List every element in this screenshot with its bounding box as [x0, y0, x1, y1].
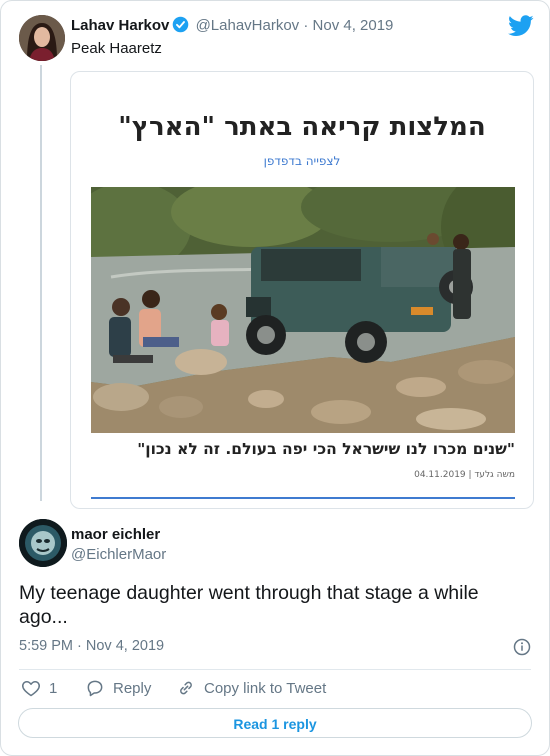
reply-button[interactable]: Reply [85, 677, 151, 699]
divider [19, 669, 531, 670]
author-name[interactable]: Lahav Harkov [71, 17, 169, 34]
tweet-text: Peak Haaretz [71, 40, 162, 57]
thread-line [40, 65, 42, 501]
reply-timestamp[interactable]: 5:59 PM · Nov 4, 2019 [19, 638, 164, 654]
tweet-card: Lahav Harkov @LahavHarkov · Nov 4, 2019 … [0, 0, 550, 756]
reply-avatar[interactable] [19, 519, 67, 567]
like-button[interactable]: 1 [21, 677, 57, 699]
article-byline: משה גלעד | 04.11.2019 [414, 470, 515, 480]
reply-icon [87, 680, 103, 697]
parent-tweet-header: Lahav Harkov @LahavHarkov · Nov 4, 2019 [71, 16, 393, 39]
reply-label: Reply [113, 679, 152, 697]
embedded-article[interactable]: המלצות קריאה באתר "הארץ" לצפייה בדפדפן "… [70, 71, 534, 509]
article-caption: "שנים מכרו לנו שישראל הכי יפה בעולם. זה … [137, 440, 515, 458]
info-icon[interactable] [513, 638, 531, 656]
reply-text: My teenage daughter went through that st… [19, 582, 479, 628]
copy-link-label: Copy link to Tweet [204, 679, 327, 697]
author-handle[interactable]: @LahavHarkov [196, 17, 300, 34]
dot-separator: · [303, 17, 309, 34]
like-count: 1 [49, 679, 58, 697]
article-photo [91, 187, 515, 433]
copy-link-button[interactable]: Copy link to Tweet [176, 677, 326, 699]
heart-icon [22, 681, 40, 697]
read-replies-button[interactable]: Read 1 reply [18, 708, 532, 738]
article-headline: המלצות קריאה באתר "הארץ" [118, 112, 486, 142]
divider [91, 497, 515, 499]
avatar[interactable] [19, 15, 65, 61]
twitter-bird-icon[interactable] [508, 15, 534, 37]
reply-author-name[interactable]: maor eichler [71, 526, 160, 544]
verified-badge-icon [172, 16, 189, 39]
tweet-date[interactable]: Nov 4, 2019 [313, 17, 394, 34]
article-link[interactable]: לצפייה בדפדפן [71, 154, 533, 168]
link-icon [180, 681, 192, 695]
reply-author-handle[interactable]: @EichlerMaor [71, 546, 166, 564]
